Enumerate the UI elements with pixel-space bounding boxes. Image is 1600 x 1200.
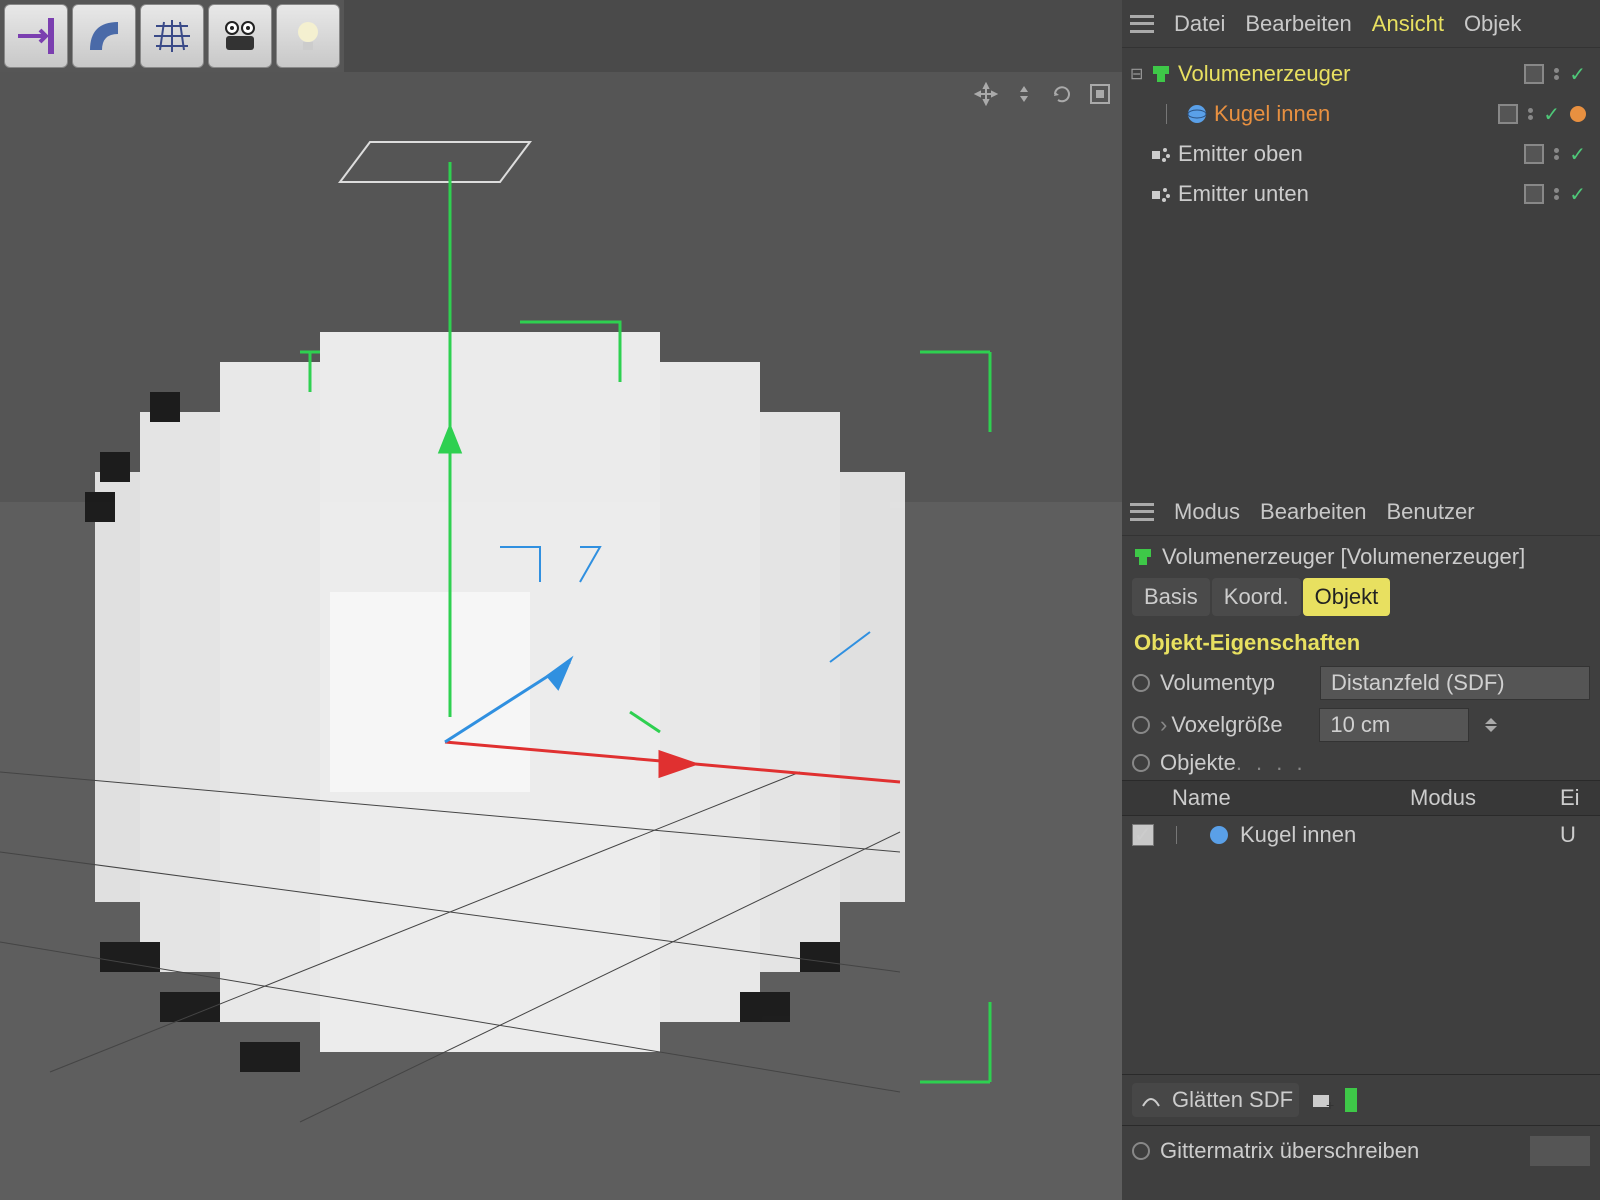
menu-bearbeiten-attr[interactable]: Bearbeiten [1260,499,1366,525]
attribute-panel: Volumenerzeuger [Volumenerzeuger] Basis … [1122,536,1600,1200]
dots-icon[interactable] [1554,188,1559,200]
layer-toggle[interactable] [1498,104,1518,124]
anim-dot-icon[interactable] [1132,674,1150,692]
anim-dot-icon[interactable] [1132,716,1150,734]
volumentyp-dropdown[interactable]: Distanzfeld (SDF) [1320,666,1590,700]
tree-row-emitter-oben[interactable]: Emitter oben ✓ [1122,134,1600,174]
gittermatrix-field[interactable] [1530,1136,1590,1166]
emitter-icon [1150,183,1172,205]
tree-row-emitter-unten[interactable]: Emitter unten ✓ [1122,174,1600,214]
tree-label[interactable]: Volumenerzeuger [1178,61,1518,87]
prop-voxelgroesse: › Voxelgröße 10 cm [1122,704,1600,746]
visibility-check-icon[interactable]: ✓ [1569,62,1586,87]
menu-objekte[interactable]: Objek [1464,11,1521,37]
emitter-icon [1150,143,1172,165]
section-title: Objekt-Eigenschaften [1122,624,1600,662]
tool-coordinate-axis[interactable] [4,4,68,68]
tab-koord[interactable]: Koord. [1212,578,1301,616]
sphere-icon [1186,103,1208,125]
anim-dot-icon[interactable] [1132,1142,1150,1160]
main-toolbar [0,0,344,72]
sphere-icon [1208,824,1230,846]
cubes-icon [1150,63,1172,85]
tree-label[interactable]: Emitter unten [1178,181,1518,207]
smooth-sdf-button[interactable]: Glätten SDF [1132,1083,1299,1117]
expand-icon[interactable]: ⊟ [1130,64,1144,84]
viewport-move-icon[interactable] [972,80,1000,108]
layer-toggle[interactable] [1524,144,1544,164]
folder-add-icon[interactable]: + [1309,1087,1335,1113]
tool-light[interactable] [276,4,340,68]
prop-label: Gittermatrix überschreiben [1160,1138,1419,1164]
viewport-scene [0,72,1122,1200]
svg-text:+: + [1326,1097,1334,1112]
attribute-header: Volumenerzeuger [Volumenerzeuger] [1122,536,1600,578]
spinner-icon[interactable] [1485,718,1503,732]
dots-icon[interactable] [1528,108,1533,120]
green-bar-icon[interactable] [1345,1088,1357,1112]
tool-grid[interactable] [140,4,204,68]
menu-ansicht[interactable]: Ansicht [1372,11,1444,37]
layer-toggle[interactable] [1524,184,1544,204]
objects-table-row[interactable]: ✓ Kugel innen U [1122,816,1600,854]
attribute-manager-menubar: Modus Bearbeiten Benutzer [1122,488,1600,536]
prop-label: Voxelgröße [1171,712,1309,738]
tab-objekt[interactable]: Objekt [1303,578,1391,616]
anim-dot-icon[interactable] [1132,754,1150,772]
cubes-icon [1132,546,1154,568]
visibility-check-icon[interactable]: ✓ [1569,182,1586,207]
viewport-rotate-icon[interactable] [1048,80,1076,108]
prop-label: Volumentyp [1160,670,1310,696]
tool-curve-object[interactable] [72,4,136,68]
menu-bearbeiten[interactable]: Bearbeiten [1245,11,1351,37]
row-mode: U [1560,822,1590,848]
filter-bar: Glätten SDF + [1122,1074,1600,1125]
menu-modus[interactable]: Modus [1174,499,1240,525]
attribute-tabs: Basis Koord. Objekt [1122,578,1600,624]
viewport-controls [972,80,1114,108]
prop-label: Objekte [1160,750,1310,776]
dots-icon[interactable] [1554,68,1559,80]
object-manager-menubar: Datei Bearbeiten Ansicht Objek [1122,0,1600,48]
dots-icon[interactable] [1554,148,1559,160]
prop-gittermatrix: Gittermatrix überschreiben [1122,1125,1600,1170]
viewport-zoom-icon[interactable] [1010,80,1038,108]
menu-benutzer[interactable]: Benutzer [1386,499,1474,525]
tab-basis[interactable]: Basis [1132,578,1210,616]
tree-row-volumenerzeuger[interactable]: ⊟ Volumenerzeuger ✓ [1122,54,1600,94]
prop-volumentyp: Volumentyp Distanzfeld (SDF) [1122,662,1600,704]
hamburger-icon[interactable] [1130,15,1154,33]
row-checkbox[interactable]: ✓ [1132,824,1154,846]
hamburger-icon[interactable] [1130,503,1154,521]
viewport-3d[interactable] [0,72,1122,1200]
visibility-check-icon[interactable]: ✓ [1569,142,1586,167]
tree-label[interactable]: Emitter oben [1178,141,1518,167]
layer-toggle[interactable] [1524,64,1544,84]
col-ei: Ei [1560,785,1590,811]
voxel-input[interactable]: 10 cm [1319,708,1469,742]
tree-row-kugel-innen[interactable]: Kugel innen ✓ [1122,94,1600,134]
material-tag-icon[interactable] [1570,106,1586,122]
attribute-object-name: Volumenerzeuger [Volumenerzeuger] [1162,544,1525,570]
col-modus: Modus [1410,785,1560,811]
objects-table-header: Name Modus Ei [1122,780,1600,816]
prop-objekte: Objekte [1122,746,1600,780]
object-hierarchy: ⊟ Volumenerzeuger ✓ Kugel innen ✓ Emit [1122,48,1600,488]
right-panel: Datei Bearbeiten Ansicht Objek ⊟ Volumen… [1122,0,1600,1200]
tree-label[interactable]: Kugel innen [1214,101,1492,127]
menu-datei[interactable]: Datei [1174,11,1225,37]
viewport-frame-icon[interactable] [1086,80,1114,108]
tool-camera[interactable] [208,4,272,68]
row-name: Kugel innen [1240,822,1390,848]
smooth-icon [1138,1087,1164,1113]
col-name: Name [1172,785,1410,811]
visibility-check-icon[interactable]: ✓ [1543,102,1560,127]
